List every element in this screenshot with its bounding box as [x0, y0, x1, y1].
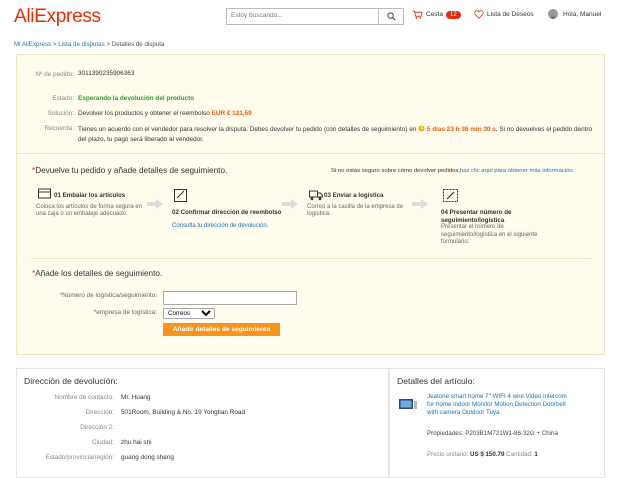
step-3: 03 Enviar a logística Correo a la casill…: [307, 192, 427, 219]
user-menu[interactable]: Hola, Manuel: [548, 9, 601, 19]
form-check-icon: [174, 189, 187, 202]
unit-price-value: US $ 150.79: [470, 451, 505, 458]
return-address-title: Dirección de devolución:: [24, 376, 118, 386]
tracking-section-title-text: Añade los detalles de seguimiento.: [35, 269, 163, 278]
return-section-title-text: Devuelve tu pedido y añade detalles de s…: [35, 166, 228, 175]
contact-name-label: Nombre de contacto:: [54, 394, 114, 401]
pencil-icon: [443, 189, 458, 202]
breadcrumb-dispute-list[interactable]: Lista de disputas: [58, 41, 104, 48]
wishlist-link[interactable]: Lista de Deseos: [474, 10, 534, 19]
item-details-title: Detalles del artículo:: [397, 376, 475, 386]
return-help: Si no estás seguro sobre cómo devolver p…: [331, 168, 574, 174]
reminder-text-part2: , Si no devuelves el: [495, 126, 552, 133]
step-2-link[interactable]: Consulta tu dirección de devolución.: [172, 223, 282, 231]
logistics-company-label-text: empresa de logística:: [96, 309, 157, 316]
solution-text: Devolver los productos y obtener el reem…: [78, 110, 210, 117]
user-greeting: Hola, Manuel: [563, 10, 602, 18]
step-arrow-icon: [147, 199, 163, 209]
status-label: Estado:: [52, 95, 74, 102]
add-tracking-details-button[interactable]: Añadir detalles de seguimiento: [163, 323, 280, 336]
wishlist-label: Lista de Deseos: [487, 11, 534, 18]
panel-divider: [17, 153, 604, 154]
step-1: 01 Embalar los artículos Coloca los artí…: [36, 192, 146, 219]
reminder-text: Tienes un acuerdo con el vendedor para r…: [78, 125, 598, 145]
step-4-desc: Presentar el número de seguimiento/logís…: [441, 224, 538, 245]
step-3-desc: Correo a la casilla de la empresa de log…: [307, 203, 404, 218]
cart-link[interactable]: Cesta 12: [412, 10, 461, 19]
quantity-value: 1: [534, 451, 538, 458]
countdown-timer: 5 días 23 h 36 min 30 s: [426, 126, 496, 133]
step-4-title: 04 Presentar número de seguimiento/logís…: [441, 209, 512, 224]
search-button[interactable]: [378, 9, 403, 24]
logistics-company-label: *empresa de logística:: [17, 309, 157, 316]
tracking-number-label-text: Número de logística/seguimiento:: [62, 292, 157, 299]
contact-name-value: Mr. Huang: [121, 394, 151, 401]
address-label: Dirección:: [85, 409, 114, 416]
state-value: guang dong sheng: [121, 454, 174, 461]
unit-price-label: Precio unitario:: [427, 451, 469, 458]
properties-label: Propiedades:: [427, 430, 464, 437]
search-input[interactable]: [227, 9, 380, 22]
cart-count-badge: 12: [445, 10, 461, 19]
breadcrumb-separator: >: [52, 41, 57, 48]
address2-label: Dirección 2:: [80, 424, 114, 431]
city-value: zhu hai shi: [121, 439, 152, 446]
section-divider: [31, 258, 591, 259]
step-2: 02 Confirmar dirección de reembolso Cons…: [172, 209, 282, 230]
solution-label: Solución:: [47, 110, 74, 117]
logistics-company-select[interactable]: Correos: [163, 308, 215, 319]
product-title-link[interactable]: Jeatone smart home 7'' WIFI 4 wire Video…: [427, 393, 567, 417]
breadcrumb-my-aliexpress[interactable]: Mi AliExpress: [14, 41, 51, 48]
tracking-number-input[interactable]: [163, 291, 297, 305]
top-header: AliExpress Cesta 12 Lista de Deseos Hola…: [0, 0, 621, 36]
solution-value: Devolver los productos y obtener el reem…: [78, 110, 252, 117]
heart-icon: [474, 10, 484, 19]
cart-label: Cesta: [426, 11, 443, 18]
city-label: Ciudad:: [91, 439, 114, 446]
state-label: Estado/provincia/región:: [45, 454, 114, 461]
breadcrumb: Mi AliExpress > Lista de disputas > Deta…: [14, 41, 164, 48]
product-thumbnail[interactable]: [399, 398, 417, 412]
breadcrumb-separator: >: [106, 41, 111, 48]
tracking-number-label: *Número de logística/seguimiento:: [17, 292, 157, 299]
refund-amount: EUR € 121,59: [211, 110, 252, 117]
quantity-label: Cantidad:: [506, 451, 533, 458]
cart-icon: [412, 10, 423, 19]
step-arrow-icon: [412, 199, 428, 209]
clock-icon: [418, 125, 425, 132]
reminder-text-part1: Tienes un acuerdo con el vendedor para r…: [78, 126, 417, 133]
properties-value: P203B1M721W1-86-32G + China: [465, 430, 558, 437]
step-4: 04 Presentar número de seguimiento/logís…: [441, 209, 561, 247]
step-2-title: 02 Confirmar dirección de reembolso: [172, 209, 282, 216]
breadcrumb-current: Detalles de disputa: [111, 41, 165, 48]
user-avatar-icon: [548, 9, 558, 19]
product-properties: Propiedades: P203B1M721W1-86-32G + China: [427, 430, 567, 438]
order-number-value: 3011390235906363: [78, 70, 135, 77]
step-arrow-icon: [282, 199, 298, 209]
status-value: Esperando la devolución del producto: [78, 95, 195, 102]
reminder-label: Recuerda:: [44, 125, 75, 132]
search-bar: [226, 8, 404, 25]
product-price: Precio unitario: US $ 150.79 Cantidad: 1: [427, 451, 538, 458]
order-number-label: Nº de pedido:: [35, 71, 74, 78]
tracking-section-title: *Añade los detalles de seguimiento.: [32, 269, 162, 278]
step-1-desc: Coloca los artículos de forma segura en …: [36, 203, 143, 218]
return-section-title: *Devuelve tu pedido y añade detalles de …: [32, 166, 227, 175]
return-help-link[interactable]: haz clic aquí para obtener más informaci…: [460, 168, 574, 174]
return-help-text: Si no estás seguro sobre cómo devolver p…: [331, 168, 461, 174]
step-1-title: 01 Embalar los artículos: [54, 192, 126, 199]
address-value: 501Room, Building & No. 19 Yongtian Road: [121, 409, 245, 416]
aliexpress-logo[interactable]: AliExpress: [14, 6, 101, 28]
search-icon: [386, 12, 396, 21]
